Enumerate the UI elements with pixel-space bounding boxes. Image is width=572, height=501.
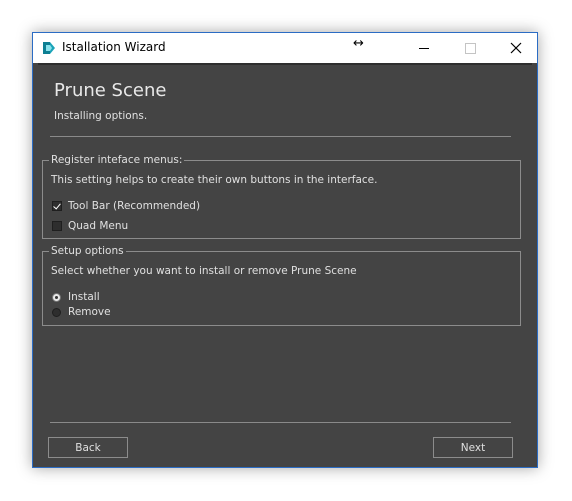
footer-divider (50, 422, 511, 423)
installation-wizard-window: Istallation Wizard ↔ Prune Scene Install… (32, 32, 538, 468)
toolbar-checkbox[interactable] (52, 201, 62, 211)
close-icon (510, 42, 522, 54)
wizard-content: Prune Scene Installing options. Register… (38, 63, 532, 465)
toolbar-option[interactable]: Tool Bar (Recommended) (52, 199, 200, 213)
page-title: Prune Scene (54, 80, 167, 101)
register-menus-group: Register inteface menus: This setting he… (42, 154, 521, 239)
back-button[interactable]: Back (48, 437, 128, 458)
window-title: Istallation Wizard (62, 40, 166, 54)
install-option-label: Install (68, 291, 100, 303)
title-bar[interactable]: Istallation Wizard ↔ (33, 33, 537, 63)
next-button[interactable]: Next (433, 437, 513, 458)
setup-options-legend: Setup options (49, 245, 126, 257)
quad-menu-option[interactable]: Quad Menu (52, 219, 128, 233)
resize-cursor-icon: ↔ (353, 36, 364, 51)
remove-option-label: Remove (68, 306, 111, 318)
remove-radio[interactable] (52, 307, 61, 317)
quad-menu-option-label: Quad Menu (68, 220, 129, 232)
setup-options-group: Setup options Select whether you want to… (42, 245, 521, 326)
app-icon (43, 42, 55, 54)
page-subtitle: Installing options. (54, 110, 148, 122)
maximize-button[interactable] (447, 33, 493, 63)
header-divider (50, 136, 511, 137)
install-radio[interactable] (52, 292, 61, 302)
minimize-button[interactable] (401, 33, 447, 63)
install-option[interactable]: Install (52, 290, 100, 304)
setup-options-description: Select whether you want to install or re… (51, 265, 357, 277)
remove-option[interactable]: Remove (52, 305, 111, 319)
register-menus-description: This setting helps to create their own b… (51, 174, 378, 186)
close-button[interactable] (493, 33, 539, 63)
quad-menu-checkbox[interactable] (52, 221, 62, 231)
register-menus-legend: Register inteface menus: (49, 154, 185, 166)
toolbar-option-label: Tool Bar (Recommended) (68, 200, 201, 212)
